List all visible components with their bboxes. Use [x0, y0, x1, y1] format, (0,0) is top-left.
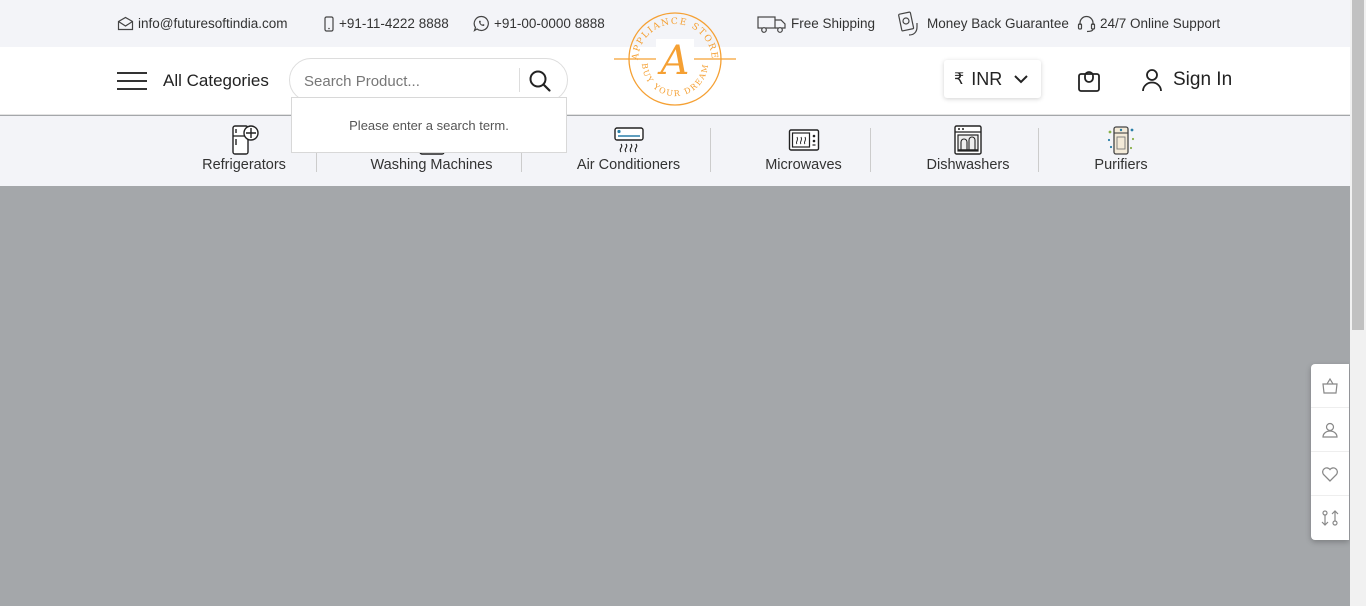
search-divider	[519, 68, 520, 92]
microwave-icon	[788, 129, 819, 151]
phone-text: +91-11-4222 8888	[339, 16, 449, 31]
sign-in-text: Sign In	[1173, 69, 1233, 90]
rupee-symbol: ₹	[954, 71, 965, 88]
refrigerator-icon	[232, 125, 259, 155]
search-suggestion-dropdown: Please enter a search term.	[291, 97, 567, 153]
category-divider	[1038, 128, 1039, 172]
air-conditioner-icon	[613, 127, 644, 153]
category-label: Purifiers	[1094, 157, 1148, 173]
page-scrollbar[interactable]	[1350, 0, 1366, 606]
side-wishlist-button[interactable]	[1311, 452, 1349, 496]
category-air-conditioners[interactable]: Air Conditioners	[576, 124, 681, 173]
email-text: info@futuresoftindia.com	[138, 16, 288, 31]
chevron-down-icon	[1014, 75, 1028, 84]
free-shipping: Free Shipping	[757, 0, 875, 47]
heart-icon	[1322, 466, 1338, 482]
envelope-icon	[117, 16, 134, 31]
search-input[interactable]	[304, 70, 504, 92]
compare-icon	[1321, 510, 1339, 526]
search-box	[289, 58, 568, 102]
whatsapp-icon	[473, 15, 489, 32]
category-label: Dishwashers	[926, 157, 1010, 173]
delivery-truck-icon	[757, 15, 786, 33]
whatsapp-text: +91-00-0000 8888	[494, 16, 605, 31]
scrollbar-thumb[interactable]	[1352, 0, 1364, 330]
category-divider	[870, 128, 871, 172]
menu-hamburger-icon[interactable]	[117, 72, 147, 90]
side-account-button[interactable]	[1311, 408, 1349, 452]
headset-icon	[1077, 15, 1096, 32]
user-icon	[1142, 69, 1162, 92]
online-support-text: 24/7 Online Support	[1100, 16, 1221, 31]
all-categories-button[interactable]: All Categories	[163, 71, 269, 91]
search-hint-text: Please enter a search term.	[349, 117, 509, 133]
logo-letter: A	[657, 38, 690, 84]
money-hand-icon	[898, 11, 918, 36]
online-support: 24/7 Online Support	[1077, 0, 1220, 47]
sign-in-link[interactable]: Sign In	[1141, 68, 1232, 92]
currency-label: INR	[971, 68, 1003, 89]
category-microwaves[interactable]: Microwaves	[765, 124, 842, 173]
category-dishwashers[interactable]: Dishwashers	[926, 124, 1010, 173]
category-divider	[710, 128, 711, 172]
email-link[interactable]: info@futuresoftindia.com	[117, 0, 288, 47]
store-logo[interactable]: APPLIANCE STORE BUY YOUR DREAM A	[614, 11, 736, 107]
phone-link[interactable]: +91-11-4222 8888	[323, 0, 449, 47]
dishwasher-icon	[954, 125, 982, 155]
whatsapp-link[interactable]: +91-00-0000 8888	[473, 0, 605, 47]
category-refrigerators[interactable]: Refrigerators	[201, 124, 287, 173]
free-shipping-text: Free Shipping	[791, 16, 876, 31]
category-label: Microwaves	[765, 157, 842, 173]
purifier-icon	[1107, 126, 1135, 155]
side-cart-button[interactable]	[1311, 364, 1349, 408]
mobile-phone-icon	[324, 15, 334, 32]
cart-bag-icon[interactable]	[1076, 68, 1102, 94]
category-label: Refrigerators	[202, 157, 286, 173]
floating-side-toolbar	[1311, 364, 1349, 540]
category-bar: Refrigerators Washing Machines Air Condi…	[0, 116, 1350, 186]
user-icon	[1322, 422, 1338, 438]
search-icon[interactable]	[528, 69, 552, 93]
category-label: Washing Machines	[370, 157, 493, 173]
category-purifiers[interactable]: Purifiers	[1094, 124, 1148, 173]
money-back-text: Money Back Guarantee	[927, 16, 1069, 31]
side-compare-button[interactable]	[1311, 496, 1349, 540]
category-label: Air Conditioners	[576, 157, 681, 173]
money-back-guarantee: Money Back Guarantee	[897, 0, 1069, 47]
currency-selector[interactable]: ₹ INR	[944, 60, 1041, 98]
shopping-bag-icon	[1322, 377, 1338, 394]
